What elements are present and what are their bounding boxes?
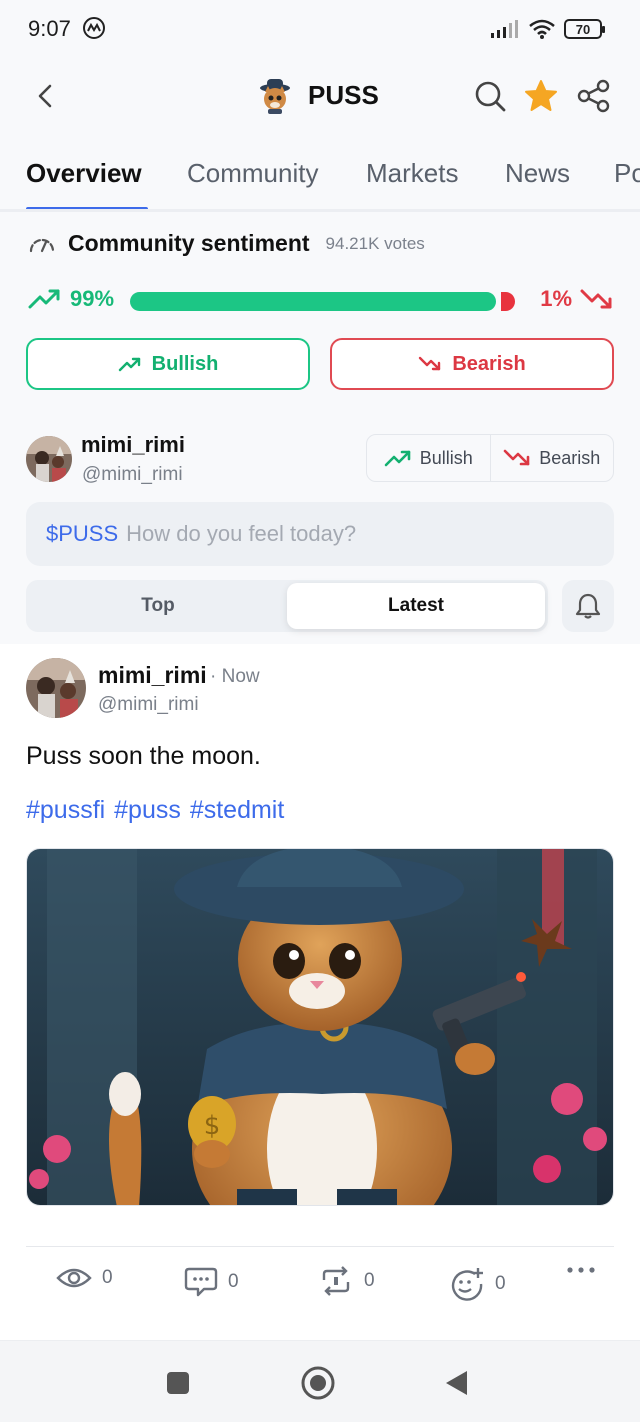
header: PUSS <box>0 60 640 134</box>
trend-down-icon <box>419 356 441 371</box>
tab-overview[interactable]: Overview <box>26 158 142 189</box>
recent-apps-button[interactable] <box>158 1363 198 1403</box>
views-action[interactable]: 0 <box>56 1266 113 1290</box>
sort-toggle: Top Latest <box>26 580 548 632</box>
comment-action[interactable]: 0 <box>184 1266 239 1298</box>
bearish-percentage: 1% <box>540 286 614 312</box>
star-icon[interactable] <box>523 78 559 114</box>
more-icon <box>567 1267 595 1273</box>
tab-bar: Overview Community Markets News Po <box>0 134 640 212</box>
tab-markets[interactable]: Markets <box>366 158 458 189</box>
post-timestamp: · Now <box>210 666 260 687</box>
pick-bearish-label: Bearish <box>539 447 601 468</box>
bearish-vote-label: Bearish <box>452 352 526 375</box>
trend-down-icon <box>580 289 612 309</box>
bullish-bar-fill <box>130 292 496 311</box>
coin-logo <box>260 79 290 114</box>
comment-count: 0 <box>228 1271 239 1292</box>
post-actions: 0 0 0 0 <box>56 1266 606 1310</box>
post-username[interactable]: mimi_rimi <box>98 662 207 689</box>
avatar[interactable] <box>26 436 72 482</box>
pick-bullish-button[interactable]: Bullish <box>367 435 490 481</box>
composer-ticker: $PUSS <box>46 521 119 546</box>
post-composer-input[interactable]: $PUSS How do you feel today? <box>26 502 614 566</box>
bullish-vote-button[interactable]: Bullish <box>26 338 310 390</box>
pick-bearish-button[interactable]: Bearish <box>489 435 614 481</box>
bearish-bar-fill <box>501 292 515 311</box>
avatar-image <box>26 658 86 718</box>
sentiment-bar <box>130 292 515 311</box>
tab-po[interactable]: Po <box>614 158 640 189</box>
bullish-vote-label: Bullish <box>151 352 219 375</box>
notification-bell-button[interactable] <box>562 580 614 632</box>
sentiment-bar-row: 99% 1% <box>28 286 614 316</box>
trend-down-icon <box>503 449 530 466</box>
sentiment-votes: 94.21K votes <box>325 233 425 253</box>
home-button[interactable] <box>298 1363 338 1403</box>
tab-community[interactable]: Community <box>187 158 318 189</box>
post-divider <box>26 1246 614 1247</box>
back-button[interactable] <box>436 1363 476 1403</box>
repost-icon <box>322 1266 350 1296</box>
sentiment-picker: Bullish Bearish <box>366 434 614 482</box>
recent-apps-icon <box>167 1372 189 1394</box>
coin-name: PUSS <box>308 79 379 110</box>
system-nav-bar <box>0 1340 640 1422</box>
post-handle: @mimi_rimi <box>98 694 199 715</box>
feed-sort-row: Top Latest <box>26 580 614 632</box>
share-icon[interactable] <box>576 78 612 114</box>
add-reaction-icon <box>451 1268 483 1301</box>
bearish-pct-text: 1% <box>540 286 572 311</box>
sentiment-title: Community sentiment <box>68 230 310 256</box>
coin-title: PUSS <box>256 76 379 114</box>
bullish-pct-text: 99% <box>70 286 115 311</box>
gauge-icon <box>29 238 55 252</box>
status-time: 9:07 <box>28 16 71 41</box>
reaction-action[interactable]: 0 <box>449 1266 506 1302</box>
bell-icon <box>575 593 601 619</box>
reaction-count: 0 <box>495 1273 506 1294</box>
home-icon <box>301 1366 335 1400</box>
trend-up-icon <box>384 450 411 467</box>
composer-username: mimi_rimi <box>81 432 185 457</box>
bearish-vote-button[interactable]: Bearish <box>330 338 614 390</box>
status-indicators: 70 <box>490 18 605 40</box>
post-card: mimi_rimi · Now @mimi_rimi Puss soon the… <box>0 644 640 1328</box>
views-icon <box>56 1268 92 1288</box>
svg-text:$: $ <box>204 1111 221 1141</box>
post-hashtags[interactable]: #pussfi #puss #stedmit <box>26 796 284 825</box>
active-tab-indicator <box>26 207 148 209</box>
battery-icon: 70 <box>564 19 605 39</box>
pick-bullish-label: Bullish <box>419 447 473 468</box>
cat-in-hat-illustration: $ <box>27 849 613 1205</box>
sentiment-header: Community sentiment 94.21K votes <box>28 230 425 257</box>
status-bar: 9:07 70 <box>0 0 640 60</box>
sentiment-section: Community sentiment 94.21K votes 99% 1% <box>0 212 640 644</box>
composer-handle: @mimi_rimi <box>82 464 183 485</box>
avatar-image <box>26 436 72 482</box>
wifi-icon <box>529 19 555 39</box>
post-body: Puss soon the moon. <box>26 742 261 770</box>
bullish-percentage: 99% <box>28 286 114 312</box>
search-icon[interactable] <box>472 78 508 114</box>
tab-news[interactable]: News <box>505 158 570 189</box>
sort-latest-option[interactable]: Latest <box>287 583 545 629</box>
back-arrow-icon[interactable] <box>30 80 62 112</box>
post-image[interactable]: $ <box>26 848 614 1206</box>
repost-count: 0 <box>364 1270 375 1291</box>
signal-icon <box>491 20 518 38</box>
more-action[interactable] <box>566 1266 596 1274</box>
sort-top-option[interactable]: Top <box>29 583 287 629</box>
composer-user-row: mimi_rimi @mimi_rimi Bullish Bearish <box>26 432 614 492</box>
trend-up-icon <box>118 357 140 372</box>
app-notification-icon <box>83 17 105 39</box>
comment-icon <box>184 1267 218 1297</box>
composer-placeholder: How do you feel today? <box>126 521 357 546</box>
back-icon <box>446 1371 467 1395</box>
avatar[interactable] <box>26 658 86 718</box>
trend-up-icon <box>28 289 60 309</box>
views-count: 0 <box>102 1267 113 1288</box>
repost-action[interactable]: 0 <box>318 1266 375 1296</box>
